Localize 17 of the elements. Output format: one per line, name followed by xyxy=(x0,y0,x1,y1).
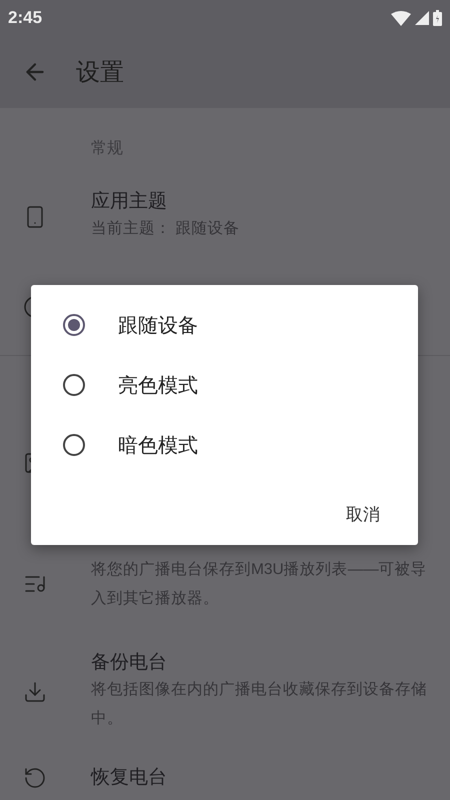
setting-title: 恢复电台 xyxy=(91,766,168,790)
radio-button[interactable] xyxy=(63,314,85,336)
radio-button[interactable] xyxy=(63,374,85,396)
option-label: 跟随设备 xyxy=(118,314,198,338)
setting-title: 备份电台 xyxy=(91,651,168,675)
wifi-icon xyxy=(391,10,411,26)
status-time: 2:45 xyxy=(8,8,42,28)
download-icon xyxy=(23,680,47,704)
option-label: 亮色模式 xyxy=(118,374,198,398)
option-label: 暗色模式 xyxy=(118,434,198,458)
battery-icon xyxy=(433,10,442,26)
page-title: 设置 xyxy=(76,58,124,88)
signal-icon xyxy=(415,11,429,25)
radio-button[interactable] xyxy=(63,434,85,456)
setting-title: 应用主题 xyxy=(91,190,168,214)
restore-icon xyxy=(23,766,47,790)
cancel-button[interactable]: 取消 xyxy=(336,497,390,532)
